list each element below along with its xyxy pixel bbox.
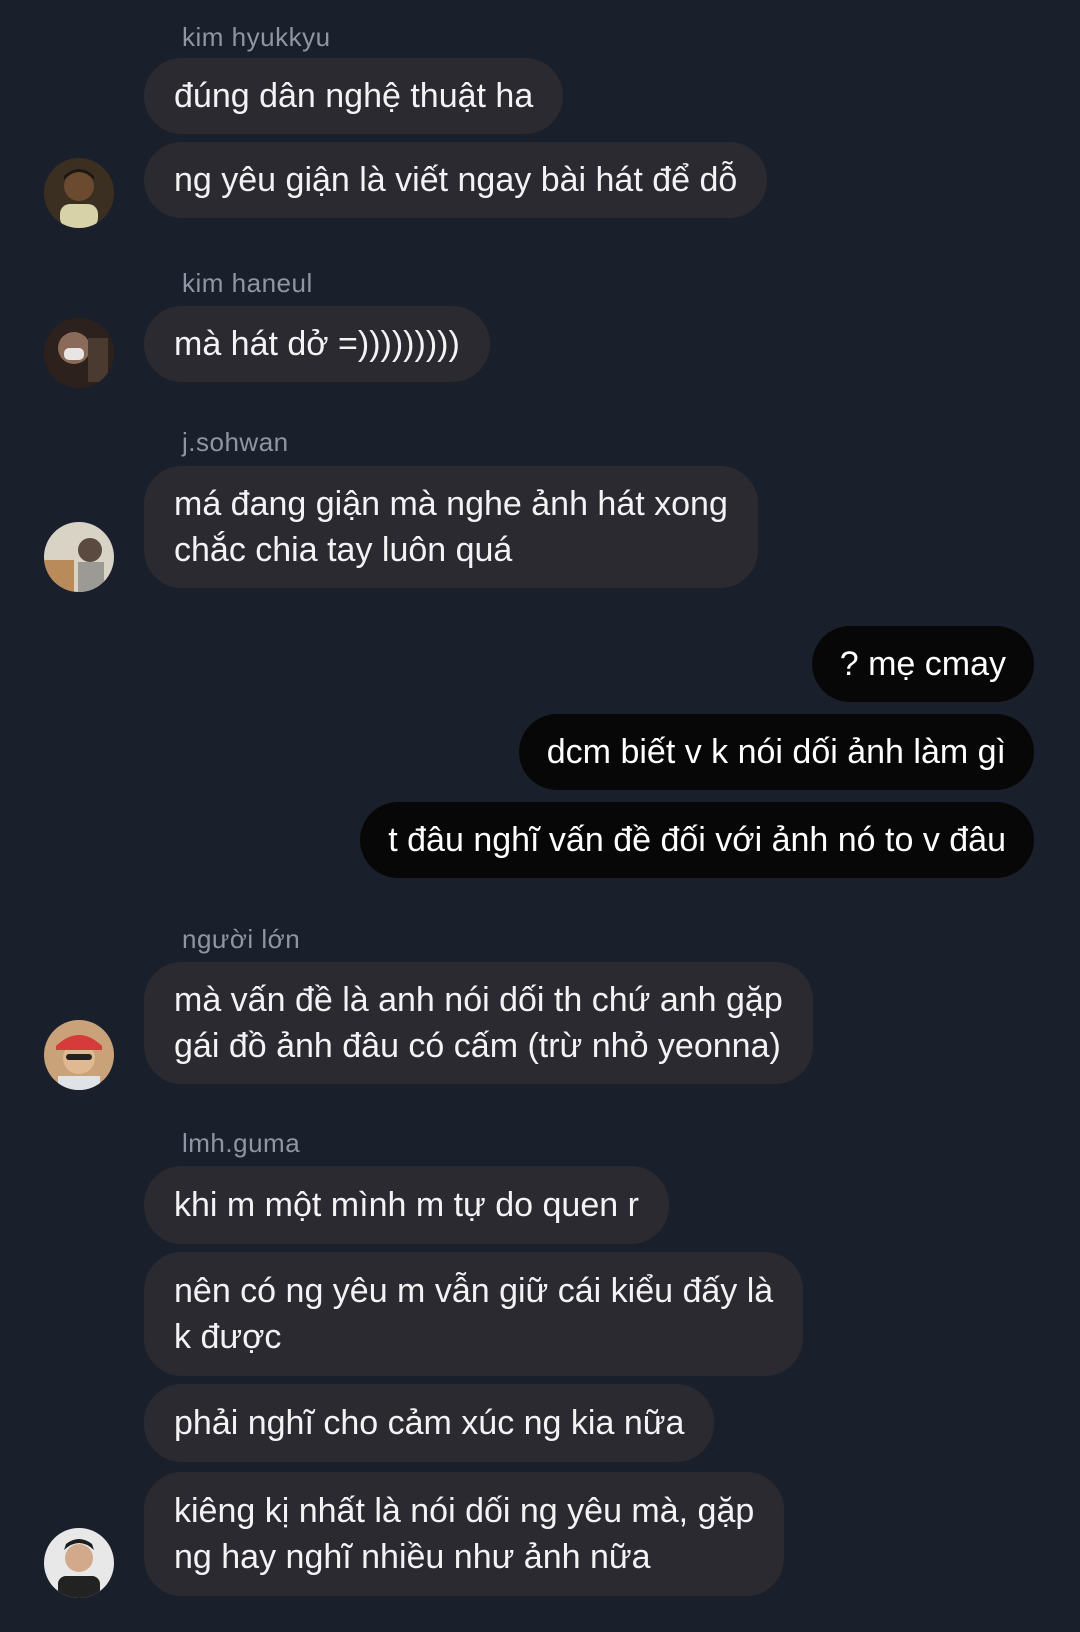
- sender-name: kim hyukkyu: [182, 22, 331, 52]
- message-bubble[interactable]: má đang giận mà nghe ảnh hát xong chắc c…: [144, 466, 758, 588]
- user-avatar-icon[interactable]: [44, 318, 114, 388]
- message-bubble[interactable]: phải nghĩ cho cảm xúc ng kia nữa: [144, 1384, 715, 1462]
- outgoing-message-bubble[interactable]: t đâu nghĩ vấn đề đối với ảnh nó to v đâ…: [360, 802, 1034, 878]
- sender-name: lmh.guma: [182, 1128, 301, 1158]
- user-avatar-icon[interactable]: [44, 158, 114, 228]
- message-bubble[interactable]: kiêng kị nhất là nói dối ng yêu mà, gặp …: [144, 1472, 785, 1596]
- sender-name: j.sohwan: [182, 427, 289, 457]
- user-avatar-icon[interactable]: [44, 522, 114, 592]
- sender-name: kim haneul: [182, 268, 313, 298]
- message-bubble[interactable]: khi m một mình m tự do quen r: [144, 1166, 669, 1244]
- outgoing-message-bubble[interactable]: ? mẹ cmay: [811, 626, 1034, 702]
- user-avatar-icon[interactable]: [44, 1528, 114, 1598]
- outgoing-message-bubble[interactable]: dcm biết v k nói dối ảnh làm gì: [518, 714, 1034, 790]
- message-bubble[interactable]: mà vấn đề là anh nói dối th chứ anh gặp …: [144, 962, 813, 1084]
- message-bubble[interactable]: đúng dân nghệ thuật ha: [144, 58, 564, 134]
- message-bubble[interactable]: nên có ng yêu m vẫn giữ cái kiểu đấy là …: [144, 1252, 804, 1376]
- user-avatar-icon[interactable]: [44, 1020, 114, 1090]
- message-bubble[interactable]: ng yêu giận là viết ngay bài hát để dỗ: [144, 142, 768, 218]
- sender-name: người lớn: [182, 924, 301, 954]
- message-bubble[interactable]: mà hát dở =))))))))): [144, 306, 490, 382]
